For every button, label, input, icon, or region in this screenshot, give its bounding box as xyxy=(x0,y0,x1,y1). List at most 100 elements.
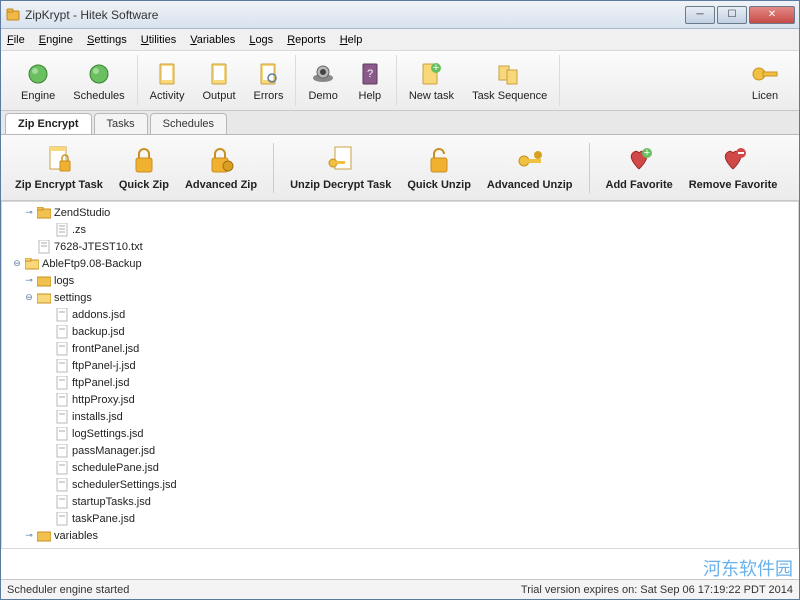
tree-file[interactable]: ftpPanel-j.jsd xyxy=(6,357,794,374)
errors-button[interactable]: Errors xyxy=(248,58,290,104)
tab-tasks[interactable]: Tasks xyxy=(94,113,148,134)
file-icon xyxy=(54,512,70,526)
folder-icon xyxy=(36,206,52,220)
tree-file[interactable]: ftpPanel.jsd xyxy=(6,374,794,391)
watermark: 河东软件园 xyxy=(703,555,793,581)
file-icon xyxy=(54,478,70,492)
file-icon xyxy=(54,223,70,237)
folder-open-icon xyxy=(24,257,40,271)
tree-file[interactable]: addons.jsd xyxy=(6,306,794,323)
menu-help[interactable]: Help xyxy=(340,34,363,46)
tree-folder[interactable]: ⊸variables xyxy=(6,527,794,544)
tree-folder[interactable]: ⊖AbleFtp9.08-Backup xyxy=(6,255,794,272)
menu-utilities[interactable]: Utilities xyxy=(141,34,176,46)
clipboard-search-icon xyxy=(254,60,282,88)
expand-icon[interactable]: ⊸ xyxy=(24,530,34,541)
tree-folder[interactable]: ⊸ZendStudio xyxy=(6,204,794,221)
tree-file[interactable]: startupTasks.jsd xyxy=(6,493,794,510)
task-add-icon: + xyxy=(417,60,445,88)
license-button[interactable]: Licen xyxy=(745,58,785,104)
task-sequence-icon xyxy=(496,60,524,88)
clipboard-icon xyxy=(153,60,181,88)
folder-icon xyxy=(36,529,52,543)
folder-icon xyxy=(36,274,52,288)
tree-file[interactable]: installs.jsd xyxy=(6,408,794,425)
minimize-button[interactable]: ─ xyxy=(685,6,715,24)
green-ball-icon xyxy=(85,60,113,88)
tree-file[interactable]: backup.jsd xyxy=(6,323,794,340)
file-icon xyxy=(54,427,70,441)
file-tree[interactable]: ⊸ZendStudio .zs 7628-JTEST10.txt ⊖AbleFt… xyxy=(1,201,799,549)
tab-schedules[interactable]: Schedules xyxy=(150,113,227,134)
tree-folder[interactable]: ⊸logs xyxy=(6,272,794,289)
expand-icon[interactable]: ⊸ xyxy=(24,275,34,286)
file-icon xyxy=(54,342,70,356)
file-icon xyxy=(54,308,70,322)
tree-file[interactable]: schedulerSettings.jsd xyxy=(6,476,794,493)
menu-engine[interactable]: Engine xyxy=(39,34,73,46)
tree-file[interactable]: passManager.jsd xyxy=(6,442,794,459)
heart-remove-icon xyxy=(718,145,748,175)
menu-logs[interactable]: Logs xyxy=(249,34,273,46)
main-toolbar: Engine Schedules Activity Output Errors … xyxy=(1,51,799,111)
folder-open-icon xyxy=(36,291,52,305)
document-lock-icon xyxy=(44,145,74,175)
advanced-zip-button[interactable]: Advanced Zip xyxy=(177,141,265,195)
remove-favorite-button[interactable]: Remove Favorite xyxy=(681,141,786,195)
tree-folder[interactable]: ⊖settings xyxy=(6,289,794,306)
collapse-icon[interactable]: ⊖ xyxy=(12,258,22,269)
demo-button[interactable]: Demo xyxy=(302,58,343,104)
task-sequence-button[interactable]: Task Sequence xyxy=(466,58,553,104)
tree-file[interactable]: httpProxy.jsd xyxy=(6,391,794,408)
tree-folder[interactable]: ⊸amaya xyxy=(6,544,794,549)
menu-reports[interactable]: Reports xyxy=(287,34,326,46)
zip-encrypt-task-button[interactable]: Zip Encrypt Task xyxy=(7,141,111,195)
key-icon xyxy=(751,60,779,88)
maximize-button[interactable]: ☐ xyxy=(717,6,747,24)
key-document-icon xyxy=(326,145,356,175)
lock-gear-icon xyxy=(206,145,236,175)
tab-zip-encrypt[interactable]: Zip Encrypt xyxy=(5,113,92,134)
menu-variables[interactable]: Variables xyxy=(190,34,235,46)
file-icon xyxy=(54,495,70,509)
output-button[interactable]: Output xyxy=(196,58,241,104)
file-icon xyxy=(54,376,70,390)
menu-bar: File Engine Settings Utilities Variables… xyxy=(1,29,799,51)
lock-icon xyxy=(129,145,159,175)
tree-file[interactable]: logSettings.jsd xyxy=(6,425,794,442)
advanced-unzip-button[interactable]: Advanced Unzip xyxy=(479,141,581,195)
quick-zip-button[interactable]: Quick Zip xyxy=(111,141,177,195)
camera-icon xyxy=(309,60,337,88)
heart-add-icon: + xyxy=(624,145,654,175)
status-left: Scheduler engine started xyxy=(7,584,129,596)
help-button[interactable]: ? Help xyxy=(350,58,390,104)
collapse-icon[interactable]: ⊖ xyxy=(24,292,34,303)
file-icon xyxy=(54,393,70,407)
file-icon xyxy=(54,461,70,475)
new-task-button[interactable]: + New task xyxy=(403,58,460,104)
schedules-button[interactable]: Schedules xyxy=(67,58,130,104)
tree-file[interactable]: frontPanel.jsd xyxy=(6,340,794,357)
tree-file[interactable]: schedulePane.jsd xyxy=(6,459,794,476)
activity-button[interactable]: Activity xyxy=(144,58,191,104)
menu-settings[interactable]: Settings xyxy=(87,34,127,46)
file-icon xyxy=(54,359,70,373)
expander-icon[interactable]: ⊸ xyxy=(24,207,34,218)
app-icon xyxy=(5,7,21,23)
unzip-decrypt-task-button[interactable]: Unzip Decrypt Task xyxy=(282,141,399,195)
tree-file[interactable]: .zs xyxy=(6,221,794,238)
unlock-icon xyxy=(424,145,454,175)
expand-icon[interactable]: ⊸ xyxy=(12,547,22,549)
separator xyxy=(273,143,274,193)
tree-file[interactable]: taskPane.jsd xyxy=(6,510,794,527)
svg-text:?: ? xyxy=(367,68,373,80)
file-icon xyxy=(36,240,52,254)
menu-file[interactable]: File xyxy=(7,34,25,46)
close-button[interactable]: ✕ xyxy=(749,6,795,24)
svg-text:+: + xyxy=(433,62,439,74)
quick-unzip-button[interactable]: Quick Unzip xyxy=(399,141,479,195)
add-favorite-button[interactable]: + Add Favorite xyxy=(598,141,681,195)
engine-button[interactable]: Engine xyxy=(15,58,61,104)
tree-file[interactable]: 7628-JTEST10.txt xyxy=(6,238,794,255)
green-ball-icon xyxy=(24,60,52,88)
